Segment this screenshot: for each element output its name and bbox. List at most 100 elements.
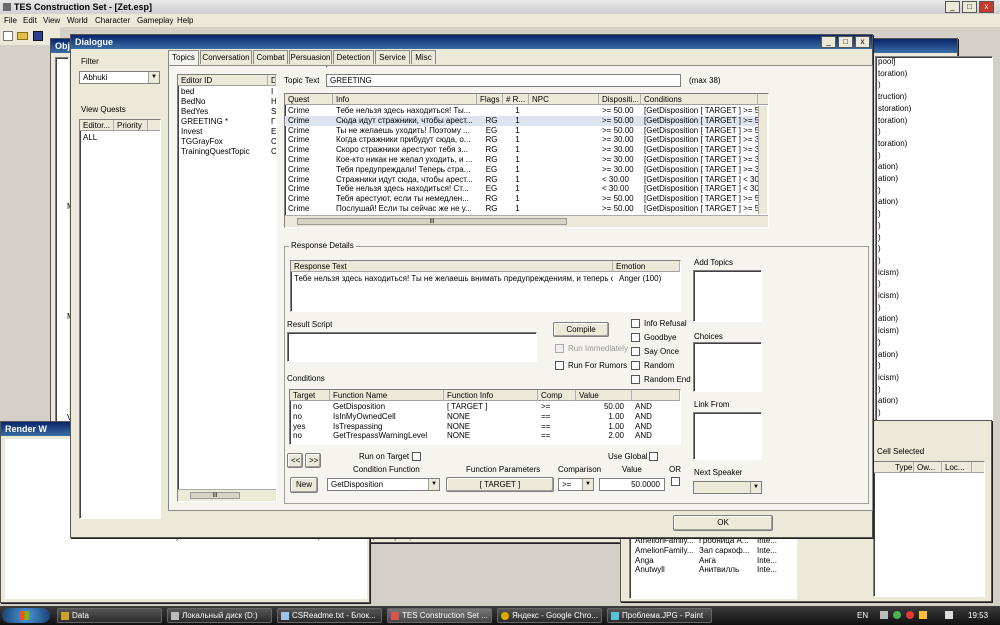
new-condition-button[interactable]: New [290,477,318,493]
object-list-item[interactable]: toration) [876,69,988,79]
tab-conversation[interactable]: Conversation [200,50,252,64]
col-editor-id[interactable]: Editor ID [178,75,268,86]
object-list-item[interactable]: ) [876,385,988,395]
object-list-item[interactable]: storation) [876,104,988,114]
tab-combat[interactable]: Combat [253,50,288,64]
info-list[interactable]: Quest Info Flags # R... NPC Dispositi...… [284,93,769,228]
run-for-rumors-checkbox[interactable] [555,361,564,370]
comparison-dropdown[interactable]: >= ▼ [558,478,594,491]
info-row[interactable]: Crime Когда стражники прибудут сюда, о...… [285,135,758,145]
topic-hscroll[interactable]: III [178,489,276,501]
save-icon[interactable] [33,31,43,41]
info-row[interactable]: Crime Стражники идут сюда, чтобы арест...… [285,175,758,185]
menu-help[interactable]: Help [177,16,193,25]
prev-condition-button[interactable]: << [287,453,303,468]
col-function-name[interactable]: Function Name [330,390,444,401]
menu-file[interactable]: File [4,16,17,25]
object-list-item[interactable]: ) [876,279,988,289]
list-item[interactable]: Anga Анга Inte... [630,556,796,566]
taskbar-item[interactable]: Яндекс - Google Chro... [497,608,602,623]
quest-row[interactable]: ALL [80,133,160,143]
object-list-item[interactable]: ) [876,127,988,137]
col-disposition[interactable]: Dispositi... [599,94,641,105]
col-value[interactable]: Value [576,390,632,401]
condition-function-dropdown[interactable]: GetDisposition ▼ [327,478,440,491]
link-from-list[interactable] [693,412,762,460]
object-list-item[interactable]: ) [876,338,988,348]
tray-icon[interactable] [906,611,914,619]
tab-topics[interactable]: Topics [168,50,199,65]
choices-list[interactable] [693,342,762,392]
object-list-item[interactable]: ) [876,361,988,371]
list-item[interactable]: AmelionFamily... Зал саркоф... Inte... [630,546,796,556]
info-row[interactable]: Crime Кое-кто никак не желал уходить, и .… [285,155,758,165]
object-list-item[interactable]: icism) [876,373,988,383]
info-row[interactable]: Crime Послушай! Если ты сейчас же не у...… [285,204,758,214]
random-end-checkbox[interactable] [631,375,640,384]
col-priority[interactable]: Priority [114,120,148,131]
run-on-target-checkbox[interactable] [412,452,421,461]
object-list-item[interactable]: ) [876,80,988,90]
menu-edit[interactable]: Edit [23,16,37,25]
info-row[interactable]: Crime Скоро стражники арестуют тебя з... R… [285,145,758,155]
object-list-item[interactable]: ) [876,408,988,418]
object-list-item[interactable]: ) [876,151,988,161]
info-row[interactable]: Crime Тебя предупреждали! Теперь стра... E… [285,165,758,175]
object-list-item[interactable]: ation) [876,174,988,184]
object-list-item[interactable]: ation) [876,396,988,406]
chevron-down-icon[interactable]: ▼ [750,482,761,493]
info-row[interactable]: Crime Тебя арестуют, если ты немедлен... R… [285,194,758,204]
object-list-item[interactable]: ation) [876,314,988,324]
col-target[interactable]: Target [290,390,330,401]
language-indicator[interactable]: EN [857,611,868,620]
col-owner[interactable]: Ow... [914,462,942,473]
col-response-text[interactable]: Response Text [291,261,613,272]
conditions-list[interactable]: Target Function Name Function Info Comp … [289,389,681,445]
tab-detection[interactable]: Detection [333,50,374,64]
info-row[interactable]: Crime Ты не желаешь уходить! Поэтому ... E… [285,126,758,136]
col-and-or[interactable] [632,390,680,401]
topic-row[interactable]: Invest E [178,127,276,137]
topic-list[interactable]: Editor ID D bed I BedNo H BedYes S GREETING * Г… [177,74,277,502]
taskbar-item[interactable]: TES Construction Set ... [387,608,492,623]
ok-button[interactable]: OK [673,515,773,531]
response-row[interactable]: Тебе нельзя здесь находиться! Ты не жела… [291,274,680,284]
topic-row[interactable]: BedNo H [178,97,276,107]
object-list-item[interactable]: ) [876,233,988,243]
object-list-item[interactable]: icism) [876,326,988,336]
topic-row[interactable]: bed I [178,87,276,97]
condition-row[interactable]: yes IsTrespassing NONE == 1.00 AND [290,422,680,432]
app-maximize-button[interactable]: □ [962,1,977,13]
condition-row[interactable]: no GetTrespassWarningLevel NONE == 2.00 AND [290,431,680,441]
col-responses[interactable]: # R... [503,94,529,105]
col-info[interactable]: Info [333,94,477,105]
tab-misc[interactable]: Misc [411,50,436,64]
list-item[interactable]: Anutwyll Анитвилль Inte... [630,565,796,575]
next-speaker-dropdown[interactable]: ▼ [693,481,762,494]
compile-button[interactable]: Compile [553,322,609,337]
col-emotion[interactable]: Emotion [613,261,680,272]
object-list-item[interactable]: icism) [876,291,988,301]
info-row[interactable]: Crime Сюда идут стражники, чтобы арест...… [285,115,758,126]
col-location[interactable]: Loc... [942,462,972,473]
taskbar-item[interactable]: Data [57,608,162,623]
tray-icon[interactable] [880,611,888,619]
filter-dropdown[interactable]: Abhuki ▼ [79,71,160,84]
say-once-checkbox[interactable] [631,347,640,356]
col-npc[interactable]: NPC [529,94,599,105]
col-flags[interactable]: Flags [477,94,503,105]
run-immediately-checkbox[interactable] [555,344,564,353]
taskbar-item[interactable]: Локальный диск (D:) [167,608,272,623]
menu-world[interactable]: World [67,16,88,25]
dialog-minimize-button[interactable]: _ [821,36,836,48]
topic-row[interactable]: TGGrayFox C [178,137,276,147]
object-list-item[interactable]: ) [876,256,988,266]
tab-service[interactable]: Service [375,50,410,64]
quest-list[interactable]: Editor... Priority ALL [79,119,161,519]
use-global-checkbox[interactable] [649,452,658,461]
object-list-item[interactable]: toration) [876,116,988,126]
object-list-item[interactable]: ) [876,221,988,231]
start-button[interactable] [2,608,50,623]
taskbar-item[interactable]: CSReadme.txt - Блок... [277,608,382,623]
condition-row[interactable]: no IsInMyOwnedCell NONE == 1.00 AND [290,412,680,422]
